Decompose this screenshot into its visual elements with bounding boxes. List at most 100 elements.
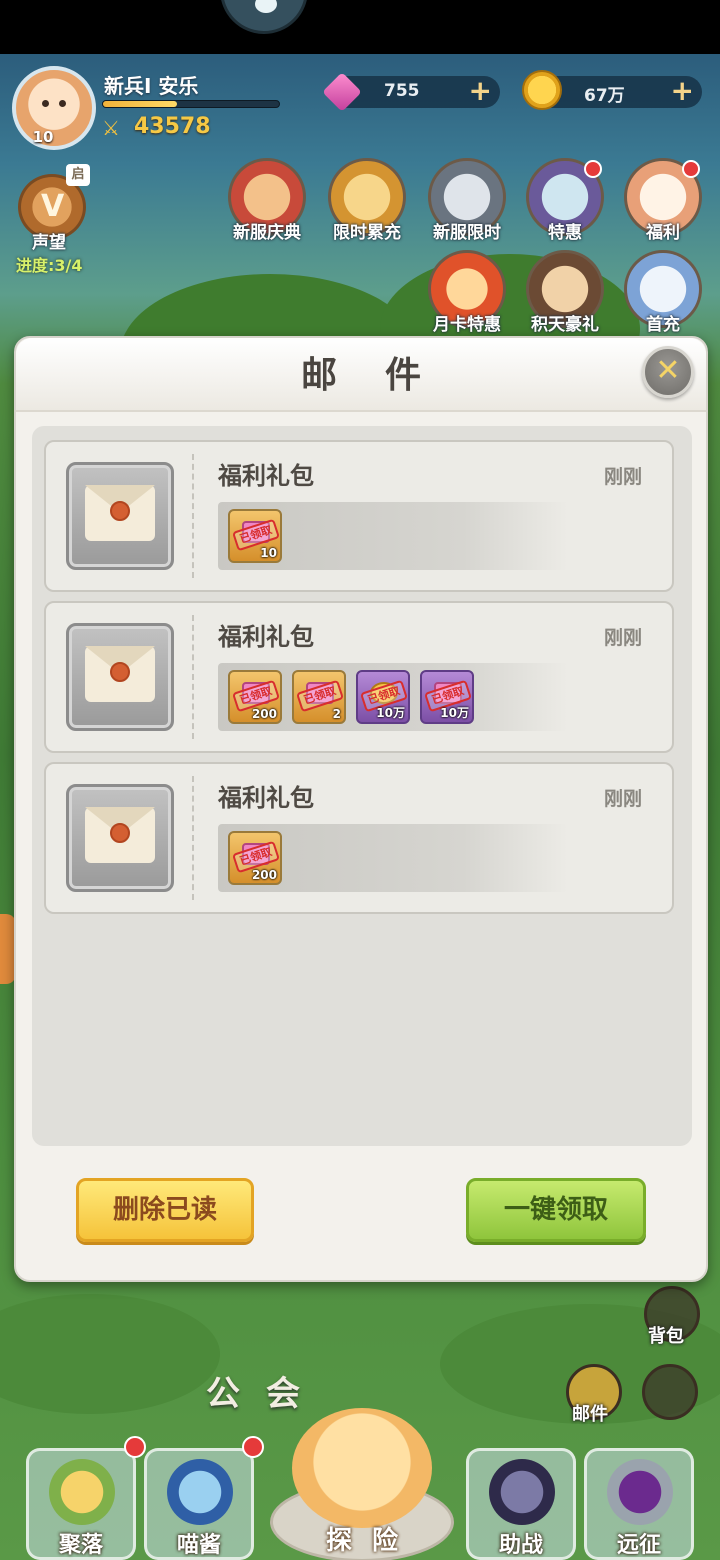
mail-dialog-title: 邮件 — [300, 355, 469, 396]
activity-label: 福利 — [646, 223, 680, 243]
smiling-cat-icon — [292, 1408, 432, 1528]
activity-label: 月卡特惠 — [433, 315, 501, 335]
coin-icon — [522, 70, 562, 110]
reward-quantity: 2 — [332, 707, 341, 721]
mail-label: 邮件 — [572, 1404, 608, 1425]
nav-tab-cats[interactable]: 喵酱 — [144, 1448, 254, 1560]
activity-welfare[interactable]: 福利 — [618, 158, 708, 250]
envelope-icon — [85, 485, 155, 541]
prestige-button[interactable]: 启 声望 进度:3/4 — [14, 162, 94, 275]
add-gems-button[interactable]: + — [469, 76, 492, 106]
activity-limited-recharge[interactable]: 限时累充 — [322, 158, 412, 250]
portal-icon — [607, 1459, 673, 1525]
nav-tab-expedition[interactable]: 远征 — [584, 1448, 694, 1560]
activity-label: 积天豪礼 — [531, 315, 599, 335]
activity-label: 特惠 — [548, 223, 582, 243]
xp-bar — [102, 100, 280, 108]
black-cat-icon — [489, 1459, 555, 1525]
reward-quantity: 200 — [251, 868, 277, 882]
divider — [192, 776, 194, 900]
gem-amount: 755 — [384, 81, 420, 101]
envelope-icon — [85, 807, 155, 863]
divider — [192, 454, 194, 578]
mail-time: 刚刚 — [604, 466, 643, 488]
nav-tab-explore[interactable]: 探险 — [270, 1408, 454, 1560]
cat-face-icon — [38, 98, 70, 118]
mail-item[interactable]: 福利礼包 刚刚 已领取 200 已领取 2 已领取 10万 已领取 10万 — [44, 601, 674, 753]
crossed-swords-icon: ⚔ — [102, 116, 120, 140]
wax-seal-icon — [110, 662, 130, 682]
envelope-icon — [85, 646, 155, 702]
activity-server-celebration[interactable]: 新服庆典 — [222, 158, 312, 250]
wax-seal-icon — [110, 501, 130, 521]
coin-amount: 67万 — [584, 86, 625, 106]
activity-label: 新服庆典 — [233, 223, 301, 243]
activity-special-offer[interactable]: 特惠 — [520, 158, 610, 250]
mail-time: 刚刚 — [604, 627, 643, 649]
mail-title: 福利礼包 — [218, 462, 314, 490]
reward-item[interactable]: 已领取 200 — [228, 831, 282, 885]
reward-quantity: 10万 — [376, 706, 405, 720]
nav-tab-label: 聚落 — [58, 1533, 103, 1558]
reward-item[interactable]: 已领取 10万 — [420, 670, 474, 724]
add-coins-button[interactable]: + — [671, 76, 694, 106]
nav-tab-label: 喵酱 — [176, 1533, 221, 1558]
mail-title: 福利礼包 — [218, 784, 314, 812]
notification-dot — [242, 1436, 264, 1458]
mail-dialog-header: 邮件 ✕ — [16, 338, 706, 412]
prestige-progress: 进度:3/4 — [16, 256, 83, 275]
mail-time: 刚刚 — [604, 788, 643, 810]
mail-item[interactable]: 福利礼包 刚刚 已领取 200 — [44, 762, 674, 914]
xp-bar-fill — [103, 101, 177, 107]
mail-icon-frame — [66, 784, 174, 892]
reward-item[interactable]: 已领取 2 — [292, 670, 346, 724]
reward-item[interactable]: 已领取 10 — [228, 509, 282, 563]
notification-dot — [584, 160, 602, 178]
activity-label: 限时累充 — [333, 223, 401, 243]
refresh-icon[interactable] — [642, 1364, 698, 1420]
close-icon: ✕ — [655, 353, 681, 388]
claim-all-button[interactable]: 一键领取 — [466, 1178, 646, 1242]
notification-dot — [124, 1436, 146, 1458]
mail-item[interactable]: 福利礼包 刚刚 已领取 10 — [44, 440, 674, 592]
reward-item[interactable]: 已领取 200 — [228, 670, 282, 724]
reward-item[interactable]: 已领取 10万 — [356, 670, 410, 724]
notification-dot — [682, 160, 700, 178]
reward-strip: 已领取 10 — [218, 502, 568, 570]
activity-daily-gifts[interactable]: 积天豪礼 — [520, 250, 610, 342]
reward-quantity: 10 — [260, 546, 277, 560]
hero-cat-icon — [167, 1459, 233, 1525]
divider — [192, 615, 194, 739]
nav-tab-label: 助战 — [498, 1533, 543, 1558]
reward-strip: 已领取 200 — [218, 824, 568, 892]
mail-icon-frame — [66, 623, 174, 731]
player-name: 新兵I 安乐 — [104, 74, 199, 98]
mail-dialog: 邮件 ✕ 福利礼包 刚刚 已领取 10 福利礼包 刚刚 已领取 200 已领取 … — [14, 336, 708, 1282]
reward-quantity: 10万 — [440, 706, 469, 720]
backpack-label: 背包 — [648, 1326, 684, 1347]
reward-quantity: 200 — [251, 707, 277, 721]
mail-list: 福利礼包 刚刚 已领取 10 福利礼包 刚刚 已领取 200 已领取 2 已领取… — [32, 426, 692, 1146]
activity-monthly-card[interactable]: 月卡特惠 — [422, 250, 512, 342]
activity-first-recharge[interactable]: 首充 — [618, 250, 708, 342]
nav-tab-assist[interactable]: 助战 — [466, 1448, 576, 1560]
delete-read-button[interactable]: 删除已读 — [76, 1178, 254, 1242]
combat-power: 43578 — [134, 114, 211, 139]
prestige-label: 声望 — [32, 233, 66, 253]
prestige-tag: 启 — [66, 164, 90, 186]
activity-label: 新服限时 — [433, 223, 501, 243]
mail-icon-frame — [66, 462, 174, 570]
scenery-hill — [0, 1294, 220, 1414]
reward-strip: 已领取 200 已领取 2 已领取 10万 已领取 10万 — [218, 663, 568, 731]
settlement-hut-icon — [49, 1459, 115, 1525]
nav-tab-label: 探险 — [325, 1526, 418, 1556]
mail-title: 福利礼包 — [218, 623, 314, 651]
player-level: 10 — [32, 128, 54, 146]
activity-label: 首充 — [646, 315, 680, 335]
status-bar — [0, 0, 720, 54]
close-button[interactable]: ✕ — [642, 346, 694, 398]
wax-seal-icon — [110, 823, 130, 843]
camera-notch-icon — [220, 0, 308, 34]
activity-server-limited[interactable]: 新服限时 — [422, 158, 512, 250]
nav-tab-settlement[interactable]: 聚落 — [26, 1448, 136, 1560]
